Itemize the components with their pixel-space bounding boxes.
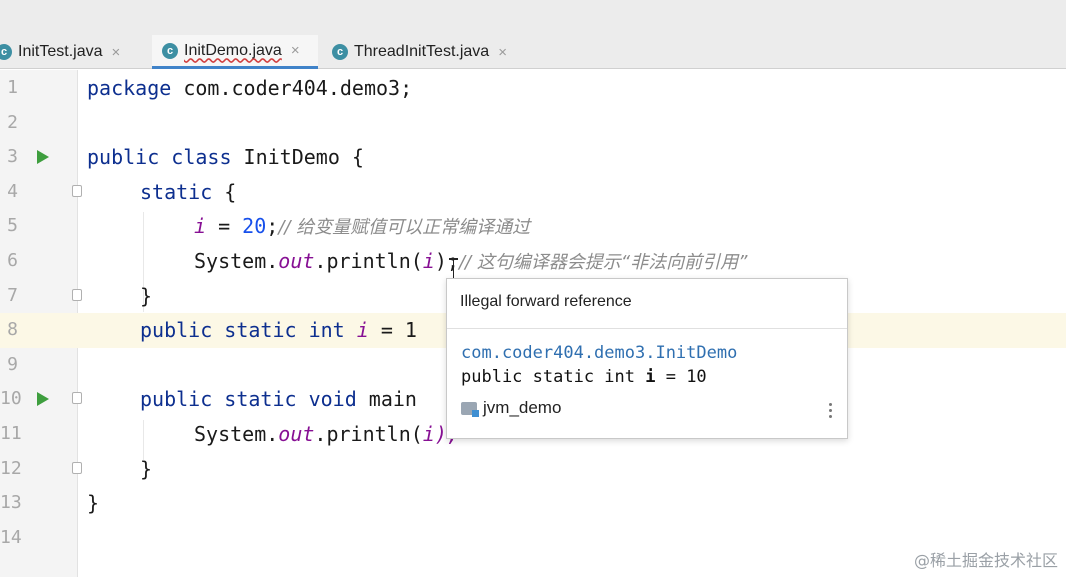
module-folder-icon — [461, 401, 479, 417]
code-line-12: 12 } — [0, 452, 1066, 487]
watermark: @稀土掘金技术社区 — [913, 551, 1058, 570]
code-text: } — [140, 456, 153, 481]
line-number: 13 — [0, 492, 22, 514]
code-line-1: 1 package com.coder404.demo3; — [0, 71, 1066, 106]
code-text: { — [212, 179, 237, 204]
line-number: 7 — [7, 284, 18, 306]
code-line-3: 3 public class InitDemo { — [0, 140, 1066, 175]
close-icon[interactable]: × — [291, 42, 300, 59]
code-line-4: 4 static { — [0, 175, 1066, 210]
code-text: = — [206, 214, 243, 239]
static-field: out — [278, 422, 315, 446]
close-icon[interactable]: × — [111, 44, 120, 61]
tab-inittest[interactable]: c InitTest.java × — [0, 35, 138, 69]
code-text: .println( — [314, 422, 423, 446]
tab-label: InitTest.java — [18, 43, 103, 60]
fold-icon[interactable] — [72, 288, 82, 301]
tab-label: ThreadInitTest.java — [354, 43, 490, 60]
fold-icon[interactable] — [72, 392, 82, 405]
tab-threadinittest[interactable]: c ThreadInitTest.java × — [326, 35, 526, 69]
line-number: 9 — [7, 353, 18, 375]
code-line-14: 14 — [0, 521, 1066, 556]
tab-label: InitDemo.java — [184, 41, 282, 59]
java-class-icon: c — [332, 44, 348, 60]
keyword: public class — [87, 145, 232, 170]
line-number: 3 — [7, 146, 18, 168]
java-class-icon: c — [0, 44, 12, 60]
line-number: 8 — [7, 319, 18, 341]
code-comment: // 这句编译器会提示“非法向前引用” — [458, 252, 748, 273]
line-number: 2 — [7, 111, 18, 133]
code-text: main — [356, 387, 417, 412]
editor-tab-bar: c InitTest.java × c InitDemo.java × c Th… — [0, 35, 1066, 69]
java-class-icon: c — [162, 42, 178, 59]
code-text: ; — [266, 214, 279, 239]
error-tooltip[interactable]: Illegal forward reference com.coder404.d… — [446, 278, 848, 439]
window-top-strip — [0, 0, 1066, 35]
line-number: 6 — [7, 250, 18, 271]
class-link[interactable]: com.coder404.demo3.InitDemo — [461, 343, 737, 363]
close-icon[interactable]: × — [498, 44, 507, 61]
text-cursor-icon — [449, 258, 458, 280]
code-line-5: 5 i = 20;// 给变量赋值可以正常编译通过 — [0, 209, 1066, 244]
code-line-13: 13 } — [0, 486, 1066, 521]
line-number: 10 — [0, 388, 22, 410]
number-literal: 20 — [242, 214, 267, 239]
static-field: i — [422, 249, 435, 273]
keyword: public static int — [140, 318, 345, 343]
more-options-icon[interactable] — [829, 403, 833, 421]
line-number: 12 — [0, 457, 22, 479]
divider — [447, 328, 847, 329]
code-line-6: 6 System.out.println(i);// 这句编译器会提示“非法向前… — [0, 244, 1066, 279]
line-number: 5 — [7, 215, 18, 237]
code-text: com.coder404.demo3; — [171, 76, 413, 100]
line-number: 14 — [0, 526, 22, 548]
module-name: jvm_demo — [483, 398, 562, 417]
line-number: 4 — [7, 180, 18, 202]
code-text: InitDemo { — [231, 145, 364, 170]
fold-icon[interactable] — [72, 184, 82, 197]
code-text: System. — [194, 422, 279, 446]
line-number: 1 — [7, 77, 18, 98]
declaration-name: i — [645, 367, 656, 387]
code-text: } — [87, 491, 100, 516]
static-field: out — [278, 249, 315, 273]
code-text: System. — [194, 249, 279, 273]
keyword: static — [140, 179, 213, 204]
code-line-2: 2 — [0, 106, 1066, 141]
error-message: Illegal forward reference — [460, 293, 632, 310]
line-number: 11 — [0, 423, 22, 444]
run-icon[interactable] — [37, 392, 49, 407]
module-info: jvm_demo — [461, 398, 561, 418]
static-field: i — [194, 214, 207, 239]
code-comment: // 给变量赋值可以正常编译通过 — [278, 217, 531, 239]
code-text: .println( — [314, 249, 423, 273]
code-text: } — [140, 283, 153, 308]
fold-icon[interactable] — [72, 461, 82, 474]
run-icon[interactable] — [37, 150, 49, 165]
static-field: i — [356, 318, 369, 343]
declaration-prefix: public static int — [461, 367, 646, 387]
tab-initdemo[interactable]: c InitDemo.java × — [152, 35, 318, 69]
declaration-suffix: = 10 — [655, 367, 707, 387]
keyword: public static void — [140, 387, 357, 412]
keyword: package — [87, 76, 172, 100]
declaration-text: public static int i = 10 — [461, 367, 707, 387]
code-text: = 1 — [368, 318, 417, 343]
